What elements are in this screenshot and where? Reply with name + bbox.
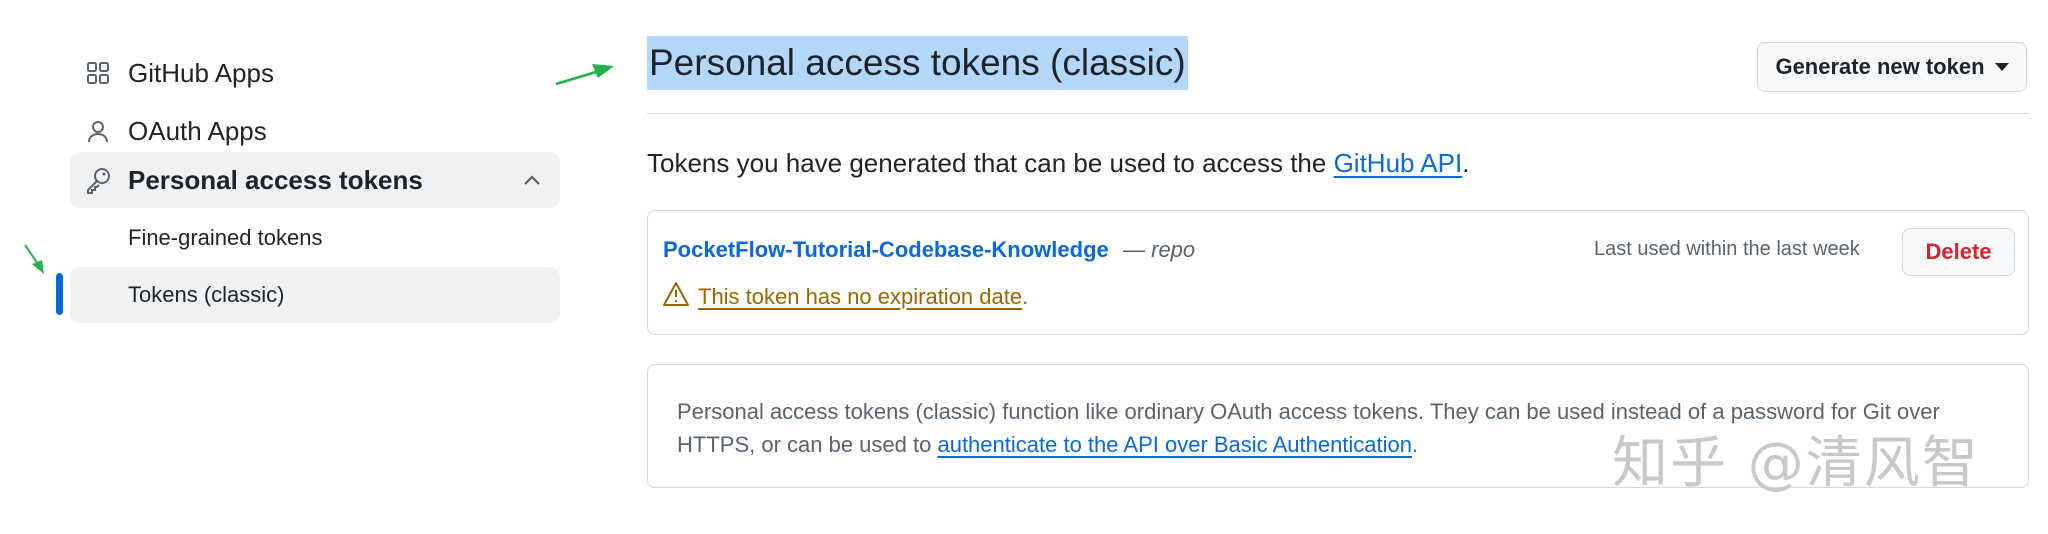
token-list-item: PocketFlow-Tutorial-Codebase-Knowledge —… (647, 210, 2029, 335)
sidebar-item-oauth-apps[interactable]: OAuth Apps (70, 103, 560, 159)
sidebar-subitem-label: Fine-grained tokens (128, 225, 323, 250)
apps-grid-icon (86, 61, 110, 85)
token-name-link[interactable]: PocketFlow-Tutorial-Codebase-Knowledge (663, 237, 1109, 263)
chevron-up-icon[interactable] (522, 170, 542, 190)
watermark: 知乎 @清风智 (1612, 431, 1980, 496)
annotation-arrow-icon (24, 244, 44, 274)
info-text-end: . (1412, 432, 1419, 457)
expiration-warning: This token has no expiration date. (698, 284, 1028, 310)
intro-text-body: Tokens you have generated that can be us… (647, 148, 1334, 178)
sidebar-subitem-tokens-classic[interactable]: Tokens (classic) (70, 267, 560, 323)
token-scope-value: repo (1151, 237, 1196, 262)
token-last-used: Last used within the last week (1594, 238, 1860, 260)
delete-button[interactable]: Delete (1902, 228, 2015, 276)
sidebar-item-personal-access-tokens[interactable]: Personal access tokens (70, 152, 560, 208)
token-scope-dash: — (1123, 237, 1152, 262)
expiration-warning-link[interactable]: This token has no expiration date (698, 284, 1022, 309)
selected-indicator (56, 273, 63, 315)
sidebar-item-label: GitHub Apps (128, 57, 274, 88)
github-api-link[interactable]: GitHub API (1334, 148, 1463, 178)
generate-new-token-label: Generate new token (1775, 54, 1985, 79)
generate-new-token-button[interactable]: Generate new token (1757, 42, 2027, 92)
sidebar-item-label: OAuth Apps (128, 115, 267, 146)
expiration-warning-end: . (1022, 284, 1029, 309)
sidebar-item-github-apps[interactable]: GitHub Apps (70, 45, 560, 101)
sidebar-subitem-label: Tokens (classic) (128, 282, 285, 307)
key-icon (84, 166, 112, 194)
alert-icon (662, 281, 690, 307)
token-scope: — repo (1123, 237, 1195, 263)
divider (647, 113, 2029, 114)
sidebar-subitem-fine-grained-tokens[interactable]: Fine-grained tokens (70, 210, 560, 266)
sidebar-item-label: Personal access tokens (128, 164, 423, 195)
caret-down-icon (1994, 63, 2009, 71)
page-title: Personal access tokens (classic) (647, 36, 1188, 90)
intro-text-end: . (1462, 148, 1470, 178)
person-icon (86, 119, 110, 143)
intro-text: Tokens you have generated that can be us… (647, 148, 1469, 179)
basic-auth-link[interactable]: authenticate to the API over Basic Authe… (937, 432, 1412, 457)
annotation-arrow-icon (555, 64, 614, 86)
